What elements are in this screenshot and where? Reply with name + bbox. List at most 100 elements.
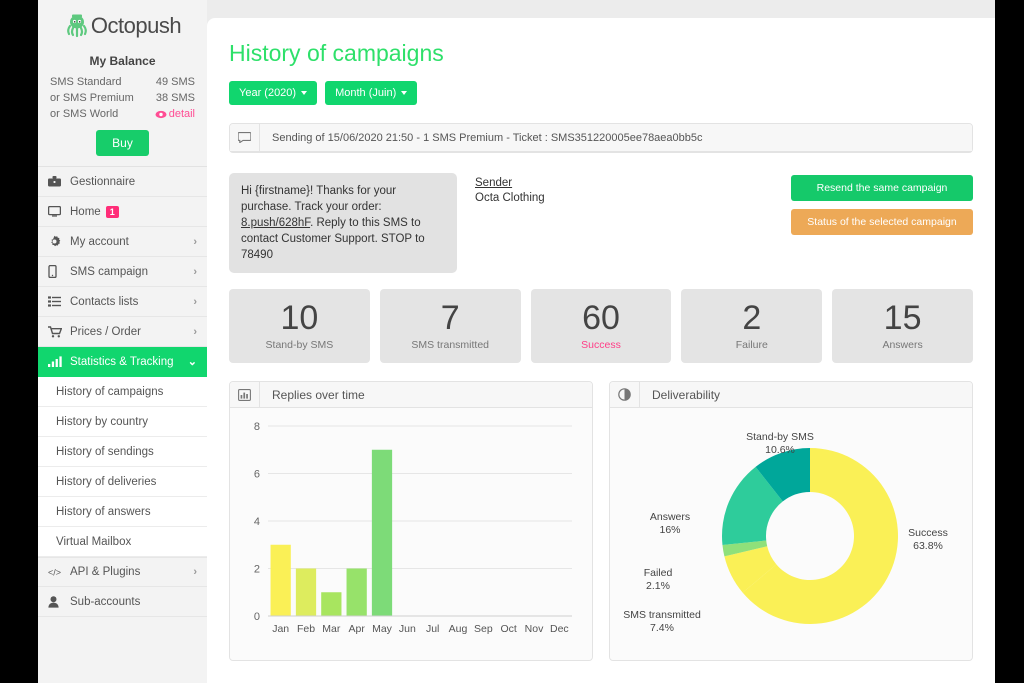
pie-slice-value: 2.1% [646,580,670,592]
buy-button[interactable]: Buy [96,130,149,156]
bar[interactable] [371,449,393,616]
pie-slice-value: 10.6% [765,444,795,456]
resend-campaign-button[interactable]: Resend the same campaign [791,175,973,201]
sidebar-subitem-label: Virtual Mailbox [56,535,132,548]
y-axis-tick: 0 [254,611,260,623]
deliverability-panel: Deliverability Success 63.8% Stand-by SMS 1… [609,381,973,661]
charts-row: Replies over time 0 2 4 6 8 Jan Feb Mar Apr May Ju… [229,381,973,661]
sending-summary-text: Sending of 15/06/2020 21:50 - 1 SMS Prem… [272,131,703,144]
stat-card-success[interactable]: 60 Success [530,289,672,363]
balance-detail-link[interactable]: detail [155,106,195,122]
message-tracking-link[interactable]: 8.push/628hF [241,217,310,229]
year-filter-label: Year (2020) [239,87,297,99]
sidebar-item-sms-campaign[interactable]: SMS campaign › [38,257,207,287]
month-filter-dropdown[interactable]: Month (Juin) [325,81,418,105]
list-icon [48,296,66,307]
sidebar-subitem-history-of-deliveries[interactable]: History of deliveries [38,467,207,497]
x-axis-tick: Nov [525,623,544,635]
chevron-down-icon: ⌄ [187,356,197,368]
chevron-right-icon: › [193,295,197,308]
stat-value: 15 [883,299,922,337]
sidebar-item-label: SMS campaign [70,265,148,278]
replies-chart-body: 0 2 4 6 8 Jan Feb Mar Apr May Jun Jul Aug Sep Oct Nov De… [230,408,592,660]
stats-row: 10 Stand-by SMS 7 SMS transmitted 60 Suc… [229,289,973,363]
bar-chart-icon [230,382,260,407]
briefcase-icon [48,176,66,187]
chevron-down-icon [401,91,408,95]
sidebar-item-gestionnaire[interactable]: Gestionnaire [38,167,207,197]
y-axis-tick: 8 [254,421,260,433]
stat-card-answers[interactable]: 15 Answers [832,289,973,363]
balance-row-label: SMS Standard [50,76,122,88]
sidebar-item-prices-order[interactable]: Prices / Order › [38,317,207,347]
stat-card-standby-sms[interactable]: 10 Stand-by SMS [229,289,370,363]
stat-card-failure[interactable]: 2 Failure [681,289,823,363]
sidebar-item-label: API & Plugins [70,566,141,578]
balance-title: My Balance [89,54,156,68]
stat-caption: Stand-by SMS [265,339,334,351]
x-axis-tick: Dec [550,623,569,635]
sidebar-subitem-history-of-sendings[interactable]: History of sendings [38,437,207,467]
sidebar-item-sub-accounts[interactable]: Sub-accounts [38,587,207,617]
balance-row: SMS Standard 49 SMS [44,74,201,90]
sidebar: Octopush My Balance SMS Standard 49 SMS … [38,0,215,683]
stat-value: 2 [742,299,762,337]
deliverability-header: Deliverability [610,382,972,408]
home-badge: 1 [105,205,119,218]
balance-row: or SMS World detail [44,106,201,122]
sidebar-subitem-label: History of campaigns [56,385,164,398]
sidebar-item-contacts-lists[interactable]: Contacts lists › [38,287,207,317]
x-axis-tick: May [372,623,393,635]
x-axis-tick: Aug [449,623,468,635]
x-axis-tick: Oct [500,623,516,635]
stat-caption: SMS transmitted [411,339,489,351]
bar[interactable] [295,568,317,617]
x-axis-tick: Jul [426,623,439,635]
octopus-icon [64,13,90,39]
brand-logo[interactable]: Octopush [38,0,207,44]
sidebar-subitem-history-by-country[interactable]: History by country [38,407,207,437]
sender-label: Sender [475,177,513,189]
sending-summary-panel[interactable]: Sending of 15/06/2020 21:50 - 1 SMS Prem… [229,123,973,153]
sidebar-item-api-plugins[interactable]: </> API & Plugins › [38,557,207,587]
bar[interactable] [346,568,367,617]
sidebar-subitem-virtual-mailbox[interactable]: Virtual Mailbox [38,527,207,557]
x-axis-tick: Feb [297,623,315,635]
sidebar-item-my-account[interactable]: My account › [38,227,207,257]
message-region: Hi {firstname}! Thanks for your purchase… [229,169,973,289]
stat-card-sms-transmitted[interactable]: 7 SMS transmitted [379,289,521,363]
message-bubble: Hi {firstname}! Thanks for your purchase… [229,173,457,273]
replies-chart-title: Replies over time [272,387,365,402]
sidebar-item-home[interactable]: Home 1 [38,197,207,227]
mobile-icon [48,265,66,278]
balance-widget: My Balance SMS Standard 49 SMS or SMS Pr… [38,44,207,166]
comment-icon [230,124,260,151]
year-filter-dropdown[interactable]: Year (2020) [229,81,318,105]
stat-value: 7 [440,299,460,337]
stat-value: 60 [582,299,620,337]
pie-slice-label: SMS transmitted [623,609,701,621]
sidebar-subitem-history-of-campaigns[interactable]: History of campaigns [38,377,207,407]
x-axis-tick: Mar [322,623,341,635]
donut-chart-svg: Success63.8% Stand-by SMS10.6% Answers16% F… [623,431,948,634]
svg-text:</>: </> [48,568,61,578]
chevron-right-icon: › [193,235,197,248]
sidebar-subitem-history-of-answers[interactable]: History of answers [38,497,207,527]
campaign-status-button[interactable]: Status of the selected campaign [791,209,973,235]
sidebar-item-statistics-tracking[interactable]: Statistics & Tracking ⌄ [38,347,215,377]
contrast-icon [610,382,640,407]
sending-summary-header: Sending of 15/06/2020 21:50 - 1 SMS Prem… [230,124,972,152]
chevron-right-icon: › [193,566,197,578]
bar[interactable] [270,544,291,616]
sidebar-item-label: Sub-accounts [70,595,141,608]
pie-slice-value: 16% [659,524,680,536]
brand-name: Octopush [90,13,182,38]
pie-slice-value: 63.8% [913,540,943,552]
y-axis-tick: 4 [254,516,260,528]
pie-slice-label: Success [908,527,948,539]
gear-icon [48,235,66,248]
bar[interactable] [321,592,342,616]
pie-slice-label: Answers [650,511,690,523]
sidebar-item-label: Prices / Order [70,325,141,338]
balance-row-label: or SMS World [50,108,119,120]
